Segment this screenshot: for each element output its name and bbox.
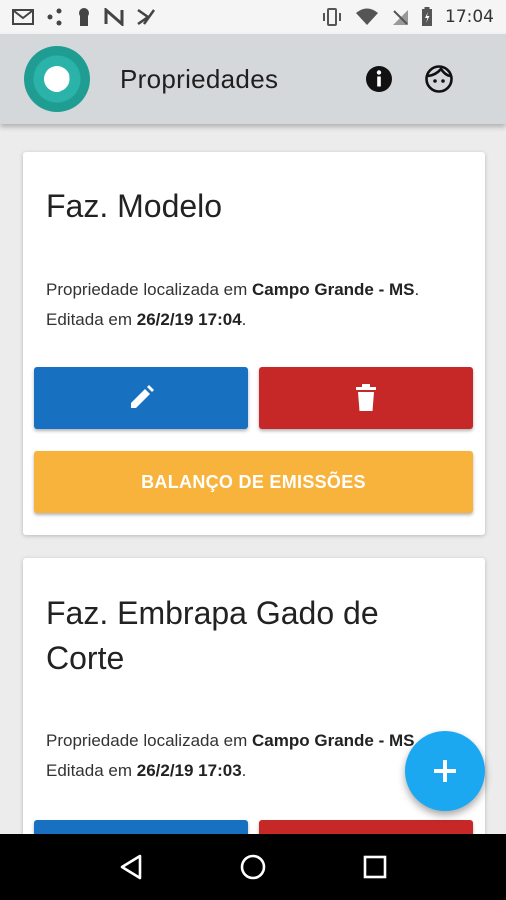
delete-button[interactable] — [259, 367, 473, 429]
pencil-icon — [131, 385, 154, 408]
property-location: Campo Grande - MS — [252, 280, 415, 299]
home-button[interactable] — [233, 847, 273, 887]
emissions-balance-button[interactable]: BALANÇO DE EMISSÕES — [34, 451, 473, 513]
app-n-icon — [104, 8, 124, 26]
property-name: Faz. Embrapa Gado de Corte — [46, 595, 379, 676]
wifi-icon — [356, 8, 378, 25]
recents-icon — [363, 855, 387, 879]
face-icon[interactable] — [424, 64, 454, 94]
vibrate-icon — [323, 8, 341, 26]
edit-button[interactable] — [34, 367, 248, 429]
info-icon[interactable] — [364, 64, 394, 94]
status-time: 17:04 — [445, 7, 494, 27]
delete-button[interactable] — [259, 820, 473, 834]
status-notifications — [12, 7, 156, 27]
property-edited-date: 26/2/19 17:04 — [136, 310, 242, 329]
edit-button[interactable] — [34, 820, 248, 834]
status-system: 17:04 — [321, 7, 494, 27]
share-icon — [47, 8, 62, 26]
back-icon — [120, 854, 142, 880]
recents-button[interactable] — [355, 847, 395, 887]
back-button[interactable] — [111, 847, 151, 887]
property-description: Propriedade localizada em Campo Grande -… — [46, 280, 420, 329]
plus-icon — [434, 760, 456, 782]
page-title: Propriedades — [120, 64, 279, 94]
keyhole-icon — [79, 8, 89, 26]
home-icon — [240, 854, 266, 880]
property-name: Faz. Modelo — [46, 188, 223, 224]
status-bar: 17:04 — [0, 0, 506, 34]
property-description: Propriedade localizada em Campo Grande -… — [46, 731, 420, 780]
properties-list[interactable]: Faz. Modelo Propriedade localizada em Ca… — [0, 124, 506, 834]
add-property-button[interactable] — [405, 731, 485, 811]
property-card: Faz. Modelo Propriedade localizada em Ca… — [23, 152, 485, 535]
property-location: Campo Grande - MS — [252, 731, 415, 750]
app-logo — [24, 46, 90, 112]
battery-icon — [422, 7, 432, 26]
app-check-icon — [137, 8, 156, 26]
no-sim-icon — [393, 10, 408, 25]
property-edited-date: 26/2/19 17:03 — [136, 761, 242, 780]
trash-icon — [356, 384, 376, 411]
app-bar: Propriedades — [0, 34, 506, 124]
navigation-bar — [0, 834, 506, 900]
gmail-icon — [12, 9, 34, 25]
